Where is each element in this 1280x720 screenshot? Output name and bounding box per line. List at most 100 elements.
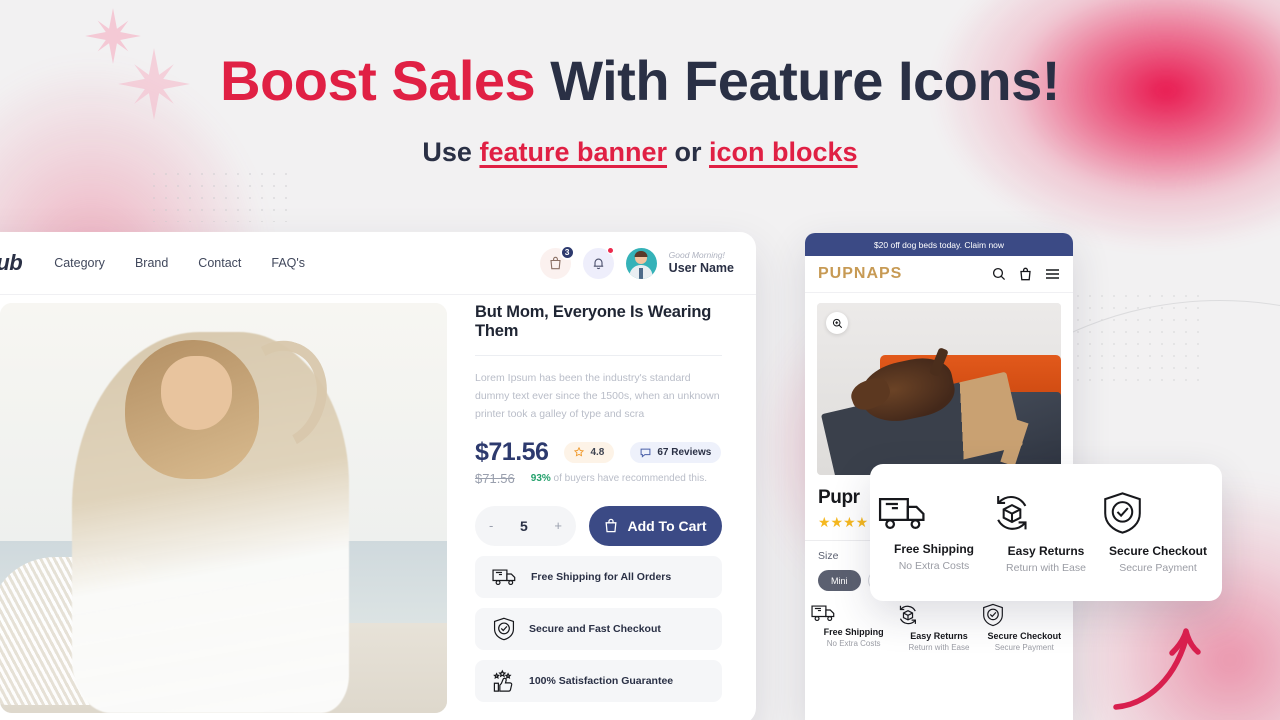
reviews-count: 67 Reviews — [657, 446, 712, 458]
quantity-value: 5 — [519, 517, 528, 534]
desktop-product-body: But Mom, Everyone Is Wearing Them Lorem … — [0, 295, 756, 720]
product-price: $71.56 — [475, 437, 549, 466]
price-row: $71.56 4.8 67 Reviews — [475, 438, 722, 467]
popup-item-easy-returns: Easy Returns Return with Ease — [990, 491, 1102, 574]
search-icon[interactable] — [992, 267, 1006, 281]
page-title-accent: Boost Sales — [220, 49, 536, 112]
feature-label: Secure and Fast Checkout — [529, 622, 661, 635]
mobile-header-actions — [992, 267, 1060, 281]
nav-item-contact[interactable]: Contact — [198, 256, 241, 270]
purchase-controls: - 5 + Add To Cart — [475, 505, 722, 546]
icon-blocks-link[interactable]: icon blocks — [709, 137, 858, 167]
recommend-percent: 93% — [530, 472, 551, 484]
feature-subtitle: No Extra Costs — [826, 639, 881, 648]
add-to-cart-button[interactable]: Add To Cart — [589, 505, 722, 546]
chat-bubble-icon — [640, 448, 651, 458]
user-name: User Name — [668, 260, 734, 275]
page-title: Boost Sales With Feature Icons! — [0, 49, 1280, 112]
quantity-increase-button[interactable]: + — [554, 518, 562, 533]
popup-feature-subtitle: Secure Payment — [1119, 562, 1197, 574]
recommend-suffix: of buyers have recommended this. — [550, 472, 707, 484]
size-label: Size — [818, 550, 839, 562]
feature-subtitle: Return with Ease — [908, 643, 970, 652]
mobile-product-photo[interactable] — [817, 303, 1061, 475]
subtitle-middle: or — [667, 136, 710, 167]
mobile-feature-secure-checkout: Secure Checkout Secure Payment — [982, 603, 1067, 652]
curved-arrow-icon — [1113, 628, 1201, 710]
hero-header: Boost Sales With Feature Icons! Use feat… — [0, 49, 1280, 168]
cart-badge: 3 — [559, 244, 575, 260]
truck-icon — [878, 498, 925, 530]
shopping-bag-icon — [605, 518, 617, 533]
hero-subtitle: Use feature banner or icon blocks — [0, 137, 1280, 168]
quantity-stepper[interactable]: - 5 + — [475, 505, 576, 546]
star-icon — [574, 447, 585, 457]
magnifier-icon — [832, 318, 842, 328]
return-box-icon — [900, 605, 917, 625]
feature-icons-popup: Free Shipping No Extra Costs Easy Return… — [870, 464, 1222, 601]
old-price: $71.56 — [475, 470, 515, 486]
bell-icon — [593, 258, 603, 270]
popup-feature-title: Easy Returns — [1007, 544, 1085, 558]
mobile-feature-easy-returns: Easy Returns Return with Ease — [896, 603, 981, 652]
pointing-arrow — [1112, 615, 1222, 715]
notifications-button[interactable] — [582, 246, 614, 279]
thumbs-up-stars-icon — [493, 669, 513, 692]
divider — [475, 355, 722, 356]
nav-item-brand[interactable]: Brand — [135, 256, 168, 270]
feature-subtitle: Secure Payment — [994, 643, 1054, 652]
product-photo[interactable] — [0, 303, 447, 713]
shopping-bag-icon — [550, 256, 561, 270]
feature-row-secure-checkout: Secure and Fast Checkout — [475, 607, 722, 650]
popup-item-free-shipping: Free Shipping No Extra Costs — [878, 493, 990, 572]
promo-banner[interactable]: $20 off dog beds today. Claim now — [805, 233, 1073, 256]
shield-check-icon — [1104, 492, 1141, 534]
add-to-cart-label: Add To Cart — [627, 517, 707, 534]
shopping-bag-icon[interactable] — [1019, 267, 1032, 281]
mobile-feature-free-shipping: Free Shipping No Extra Costs — [811, 603, 896, 652]
hamburger-menu-icon[interactable] — [1045, 268, 1060, 280]
popup-feature-title: Secure Checkout — [1108, 544, 1208, 558]
popup-feature-subtitle: Return with Ease — [1006, 562, 1086, 574]
subtitle-prefix: Use — [422, 136, 480, 167]
notification-dot — [606, 246, 614, 254]
feature-banner-link[interactable]: feature banner — [479, 137, 667, 167]
popup-feature-subtitle: No Extra Costs — [898, 560, 970, 572]
nav-item-faqs[interactable]: FAQ's — [271, 256, 305, 270]
nav-links: Category Brand Contact FAQ's — [54, 256, 305, 270]
size-option-mini[interactable]: Mini — [818, 570, 861, 591]
cart-button[interactable]: 3 — [539, 244, 575, 279]
feature-title: Easy Returns — [910, 631, 968, 641]
promo-banner-canvas: Boost Sales With Feature Icons! Use feat… — [0, 0, 1280, 720]
truck-icon — [492, 568, 516, 585]
avatar[interactable] — [625, 247, 657, 279]
reviews-badge[interactable]: 67 Reviews — [630, 441, 722, 463]
truck-icon — [811, 605, 835, 622]
feature-row-satisfaction: 100% Satisfaction Guarantee — [475, 659, 722, 702]
user-greeting: Good Morning! User Name — [669, 250, 734, 276]
return-box-icon — [997, 496, 1027, 530]
rating-badge: 4.8 — [564, 441, 615, 463]
popup-feature-title: Free Shipping — [893, 542, 974, 556]
popup-item-secure-checkout: Secure Checkout Secure Payment — [1102, 491, 1214, 574]
shield-check-icon — [982, 603, 1003, 627]
nav-item-category[interactable]: Category — [54, 256, 105, 270]
navbar-actions: 3 Good Morning! User Name — [539, 244, 734, 279]
shield-check-icon — [493, 617, 515, 640]
zoom-image-button[interactable] — [826, 312, 848, 334]
store-logo[interactable]: nHub — [0, 250, 23, 276]
mobile-store-logo[interactable]: PUPNAPS — [818, 265, 902, 283]
feature-title: Secure Checkout — [987, 631, 1062, 641]
rating-value: 4.8 — [590, 446, 605, 458]
feature-label: Free Shipping for All Orders — [531, 570, 672, 583]
mobile-header: PUPNAPS — [805, 256, 1073, 293]
recommendation-text: 93% of buyers have recommended this. — [531, 473, 707, 484]
desktop-navbar: nHub Category Brand Contact FAQ's 3 — [0, 232, 756, 295]
page-title-rest: With Feature Icons! — [535, 49, 1060, 112]
desktop-storefront-mockup: nHub Category Brand Contact FAQ's 3 — [0, 232, 756, 720]
dot-grid-decoration — [148, 168, 288, 222]
old-price-row: $71.56 93% of buyers have recommended th… — [475, 471, 722, 486]
product-details-panel: But Mom, Everyone Is Wearing Them Lorem … — [447, 295, 756, 720]
mobile-feature-icons: Free Shipping No Extra Costs Easy Return… — [811, 603, 1067, 652]
quantity-decrease-button[interactable]: - — [489, 518, 493, 533]
